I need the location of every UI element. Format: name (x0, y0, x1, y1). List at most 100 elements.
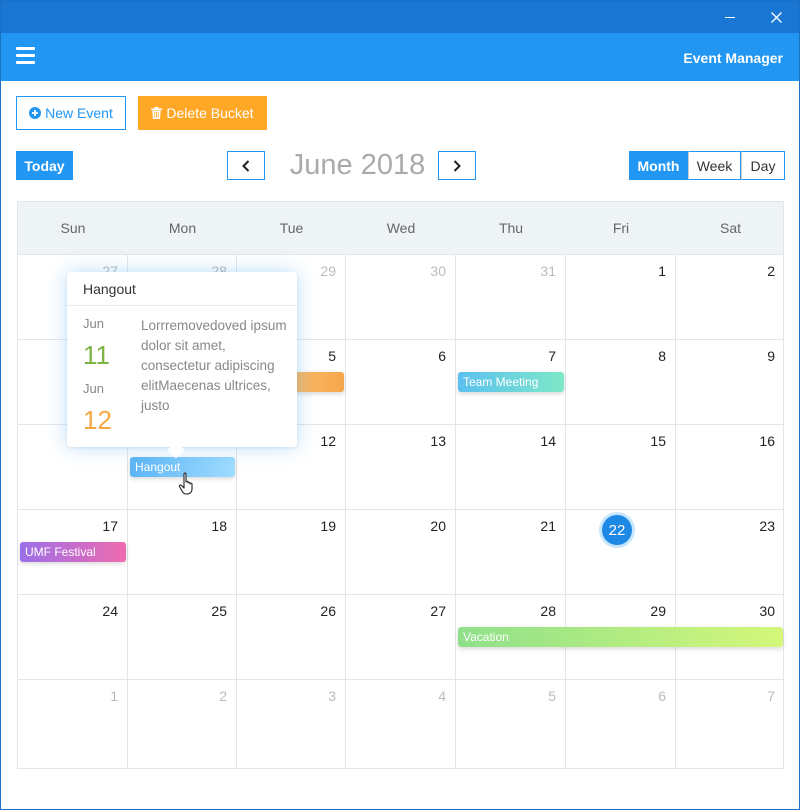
popup-description: Lorrremovedoved ipsum dolor sit amet, co… (141, 318, 287, 413)
day-cell[interactable]: 13 (346, 424, 455, 508)
day-number: 1 (110, 688, 118, 704)
day-number: 7 (767, 688, 775, 704)
new-event-label: New Event (45, 105, 113, 121)
weekday-thu: Thu (498, 220, 524, 236)
close-button[interactable] (753, 1, 799, 33)
week-view-button[interactable]: Week (688, 151, 741, 180)
month-title: June 2018 (289, 149, 426, 181)
weekday-tue: Tue (279, 220, 304, 236)
day-number: 21 (540, 518, 556, 534)
day-cell[interactable]: 25 (128, 594, 236, 678)
day-cell[interactable]: 15 (566, 424, 675, 508)
popup-divider (67, 305, 297, 306)
day-number: 28 (540, 603, 556, 619)
day-cell[interactable]: 19 (237, 509, 345, 593)
day-number: 9 (767, 348, 775, 364)
day-number: 29 (650, 603, 666, 619)
day-number: 23 (759, 518, 775, 534)
app-window: Event Manager New Event Delete Bucket To… (0, 0, 800, 810)
day-number: 2 (219, 688, 227, 704)
day-cell[interactable]: 24 (18, 594, 127, 678)
popup-end-month: Jun (83, 381, 104, 396)
day-number: 31 (540, 263, 556, 279)
day-number: 5 (328, 348, 336, 364)
today-date-badge: 22 (602, 515, 632, 545)
day-cell[interactable]: 30 (346, 254, 455, 338)
day-number: 26 (320, 603, 336, 619)
popup-title: Hangout (83, 281, 136, 297)
day-cell[interactable]: 2 (676, 254, 784, 338)
close-icon (770, 11, 782, 23)
delete-bucket-button[interactable]: Delete Bucket (138, 96, 267, 130)
today-button[interactable]: Today (16, 151, 73, 180)
prev-month-button[interactable] (227, 151, 265, 180)
day-cell[interactable]: 2 (128, 679, 236, 768)
weekday-sun: Sun (60, 220, 86, 236)
view-switcher: Month Week Day (629, 151, 785, 180)
day-cell[interactable]: 6 (346, 339, 455, 423)
day-cell[interactable]: 4 (346, 679, 455, 768)
day-number: 19 (320, 518, 336, 534)
new-event-button[interactable]: New Event (16, 96, 126, 130)
day-cell[interactable]: 8 (566, 339, 675, 423)
event-umf-festival[interactable]: UMF Festival (20, 542, 126, 562)
popup-start-day: 11 (83, 340, 110, 370)
day-number: 7 (548, 348, 556, 364)
day-number: 27 (430, 603, 446, 619)
chevron-right-icon (453, 159, 461, 172)
day-number: 13 (430, 433, 446, 449)
day-cell[interactable]: 16 (676, 424, 784, 508)
popup-end-day: 12 (83, 405, 112, 435)
day-number: 24 (102, 603, 118, 619)
next-month-button[interactable] (438, 151, 476, 180)
day-cell[interactable]: 6 (566, 679, 675, 768)
day-number: 6 (438, 348, 446, 364)
title-bar (1, 1, 799, 33)
day-number: 5 (548, 688, 556, 704)
event-vacation[interactable]: Vacation (458, 627, 783, 647)
plus-circle-icon (29, 107, 42, 119)
popup-start-month: Jun (83, 316, 104, 331)
day-cell[interactable]: 22 (566, 509, 675, 593)
day-number: 12 (320, 433, 336, 449)
day-number: 4 (438, 688, 446, 704)
day-cell[interactable]: 3 (237, 679, 345, 768)
day-number: 1 (658, 263, 666, 279)
day-number: 30 (759, 603, 775, 619)
weekday-wed: Wed (386, 220, 416, 236)
minimize-button[interactable] (707, 1, 753, 33)
hamburger-menu-icon[interactable] (16, 47, 36, 65)
day-number: 29 (320, 263, 336, 279)
day-number: 3 (328, 688, 336, 704)
weekday-sat: Sat (719, 220, 741, 236)
day-number: 15 (650, 433, 666, 449)
app-title: Event Manager (683, 50, 783, 66)
day-cell[interactable]: 1 (566, 254, 675, 338)
weekday-header: Sun Mon Tue Wed Thu Fri Sat (18, 202, 783, 254)
day-cell[interactable]: 27 (346, 594, 455, 678)
trash-icon (151, 107, 163, 119)
weekday-mon: Mon (168, 220, 197, 236)
day-cell[interactable]: 23 (676, 509, 784, 593)
day-number: 8 (658, 348, 666, 364)
day-cell[interactable]: 18 (128, 509, 236, 593)
day-number: 20 (430, 518, 446, 534)
day-cell[interactable]: 1 (18, 679, 127, 768)
event-team-meeting[interactable]: Team Meeting (458, 372, 564, 392)
day-cell[interactable]: 7 (676, 679, 784, 768)
day-number: 14 (540, 433, 556, 449)
day-cell[interactable]: 21 (456, 509, 565, 593)
day-cell[interactable]: 31 (456, 254, 565, 338)
day-number: 30 (430, 263, 446, 279)
day-cell[interactable]: 9 (676, 339, 784, 423)
day-number: 2 (767, 263, 775, 279)
month-view-button[interactable]: Month (629, 151, 688, 180)
day-view-button[interactable]: Day (741, 151, 785, 180)
day-number: 25 (211, 603, 227, 619)
app-bar: Event Manager (1, 33, 799, 81)
day-cell[interactable]: 26 (237, 594, 345, 678)
day-cell[interactable]: 5 (456, 679, 565, 768)
day-cell[interactable]: 20 (346, 509, 455, 593)
day-cell[interactable]: 14 (456, 424, 565, 508)
minimize-icon (725, 16, 735, 18)
